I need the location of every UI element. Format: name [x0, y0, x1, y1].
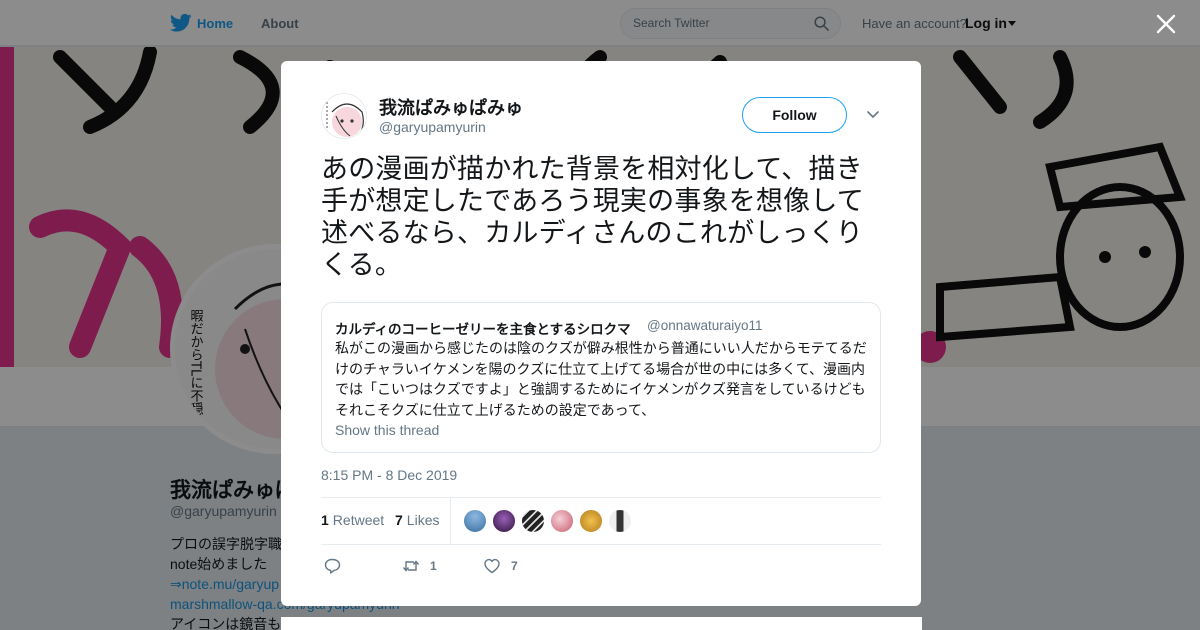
tweet-author-avatar[interactable]: [321, 93, 367, 139]
chevron-down-icon[interactable]: [867, 111, 879, 119]
likes-stat-label: Likes: [406, 512, 440, 528]
retweet-count: 1: [321, 512, 329, 528]
quoted-tweet-text: 私がこの漫画から感じたのは陰のクズが僻み根性から普通にいい人だからモテてるだけの…: [335, 340, 867, 418]
stats-separator: [450, 498, 451, 544]
likes-stat[interactable]: 7 Likes: [395, 512, 439, 528]
liker-avatar[interactable]: [550, 509, 574, 533]
liker-avatar[interactable]: [521, 509, 545, 533]
show-thread-link[interactable]: Show this thread: [335, 422, 439, 438]
retweet-stat[interactable]: 1 Retweet: [321, 512, 384, 528]
retweet-action-count: 1: [430, 559, 437, 573]
quoted-author-handle: @onnawaturaiyo11: [647, 318, 763, 333]
tweet-timestamp[interactable]: 8:15 PM - 8 Dec 2019: [321, 467, 457, 483]
likes-count: 7: [395, 512, 403, 528]
quoted-author-name: カルディのコーヒーゼリーを主食とするシロクマ: [335, 322, 631, 337]
retweet-stat-label: Retweet: [332, 512, 385, 528]
tweet-author-handle[interactable]: @garyupamyurin: [379, 119, 486, 135]
heart-icon: [484, 558, 500, 574]
follow-button[interactable]: Follow: [742, 97, 847, 133]
quoted-tweet[interactable]: カルディのコーヒーゼリーを主食とするシロクマ @onnawaturaiyo11 …: [321, 302, 881, 453]
liker-avatar[interactable]: [608, 509, 632, 533]
modal-lower-panel: [281, 617, 922, 630]
tweet-modal: 我流ぱみゅぱみゅ @garyupamyurin Follow あの漫画が描かれた…: [281, 61, 921, 606]
tweet-author-name[interactable]: 我流ぱみゅぱみゅ: [379, 94, 523, 120]
liker-avatar[interactable]: [579, 509, 603, 533]
author-avatar-illustration: [322, 94, 366, 138]
divider: [321, 497, 881, 498]
liker-avatar[interactable]: [492, 509, 516, 533]
divider: [321, 544, 881, 545]
close-icon[interactable]: [1155, 13, 1177, 35]
like-action-count: 7: [511, 559, 518, 573]
tweet-text: あの漫画が描かれた背景を相対化して、描き手が想定したであろう現実の事象を想像して…: [321, 154, 864, 280]
reply-icon: [324, 558, 341, 574]
retweet-icon: [402, 560, 420, 572]
liker-avatar[interactable]: [463, 509, 487, 533]
